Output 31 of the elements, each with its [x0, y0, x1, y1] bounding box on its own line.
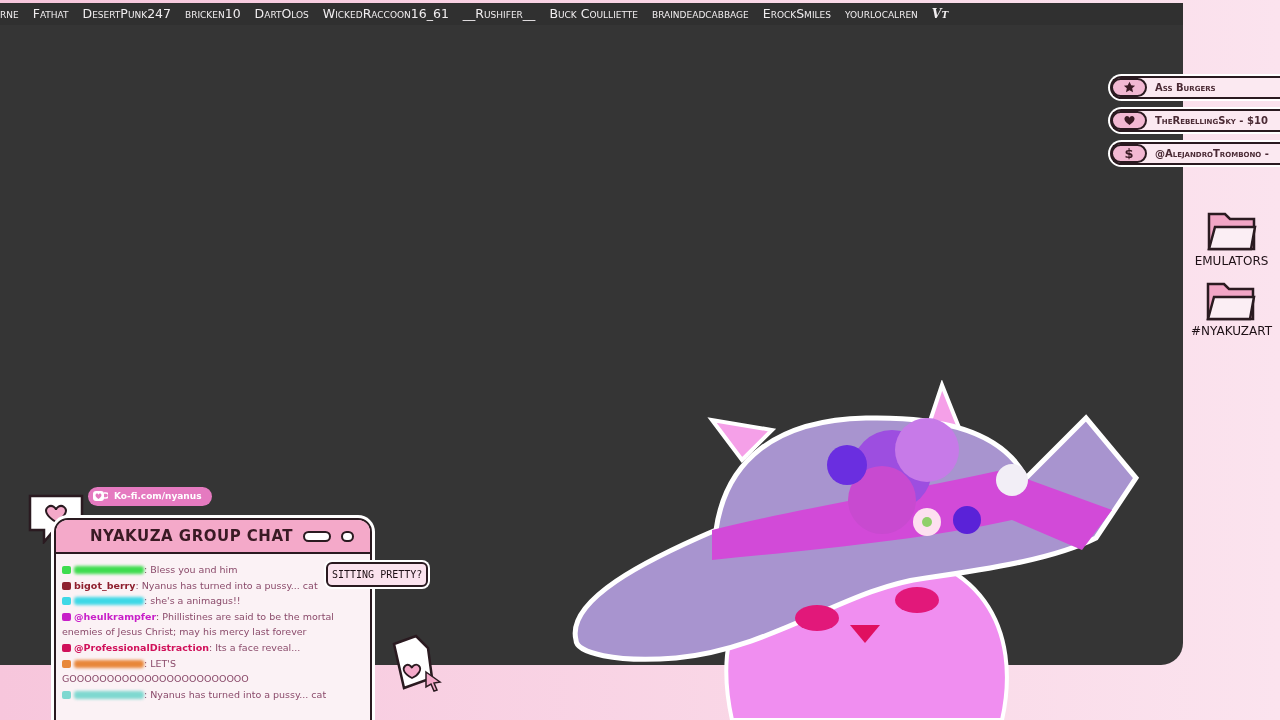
supporter-name: __Rushifer__	[462, 4, 536, 23]
supporter-name: Buck Coulliette	[549, 4, 638, 23]
chat-message: : Nyanus has turned into a pussy... cat	[62, 686, 364, 703]
supporter-name: braindeadcabbage	[652, 4, 749, 23]
supporter-name: rne	[0, 4, 19, 23]
supporter-name: WickedRaccoon16_61	[322, 4, 449, 23]
supporter-name: DesertPunk247	[82, 4, 171, 23]
supporter-name: DartOlos	[254, 4, 309, 23]
cup-heart-icon	[92, 490, 108, 503]
badge-icon	[62, 690, 71, 699]
folder-label[interactable]: #NYAKUZART	[1191, 322, 1272, 340]
supporter-name: Vt	[931, 4, 949, 23]
supporter-name: ErockSmiles	[762, 4, 831, 23]
alert-text: @AlejandroTrombono -	[1155, 147, 1269, 161]
chat-title: NYAKUZA GROUP CHAT	[90, 525, 294, 547]
supporter-name: bricken10	[185, 4, 241, 23]
window-pill-control	[303, 530, 331, 542]
speech-bubble: SITTING PRETTY?	[326, 562, 429, 587]
supporter-name: Fathat	[32, 4, 69, 23]
window-dot-control	[340, 530, 354, 542]
folder-icon[interactable]	[1205, 280, 1258, 322]
folder-icon[interactable]	[1205, 210, 1258, 252]
dollar-sign: $	[1111, 144, 1147, 163]
chat-message: : LET'S GOOOOOOOOOOOOOOOOOOOOOOOO	[62, 656, 250, 687]
chat-message: @ProfessionalDistraction: Its a face reveal...	[62, 639, 364, 656]
alert-text: TheRebellingSky - $10	[1155, 114, 1268, 128]
alert-text: Ass Burgers	[1155, 81, 1216, 95]
folder-label[interactable]: EMULATORS	[1194, 252, 1269, 270]
chat-message: : she's a animagus!!	[62, 593, 364, 609]
chat-message: @heulkrampfer: Phillistines are said to be the mortal enemies of Jesus Christ; may his mercy last forever	[62, 609, 335, 640]
supporter-name: yourlocalren	[844, 4, 918, 23]
